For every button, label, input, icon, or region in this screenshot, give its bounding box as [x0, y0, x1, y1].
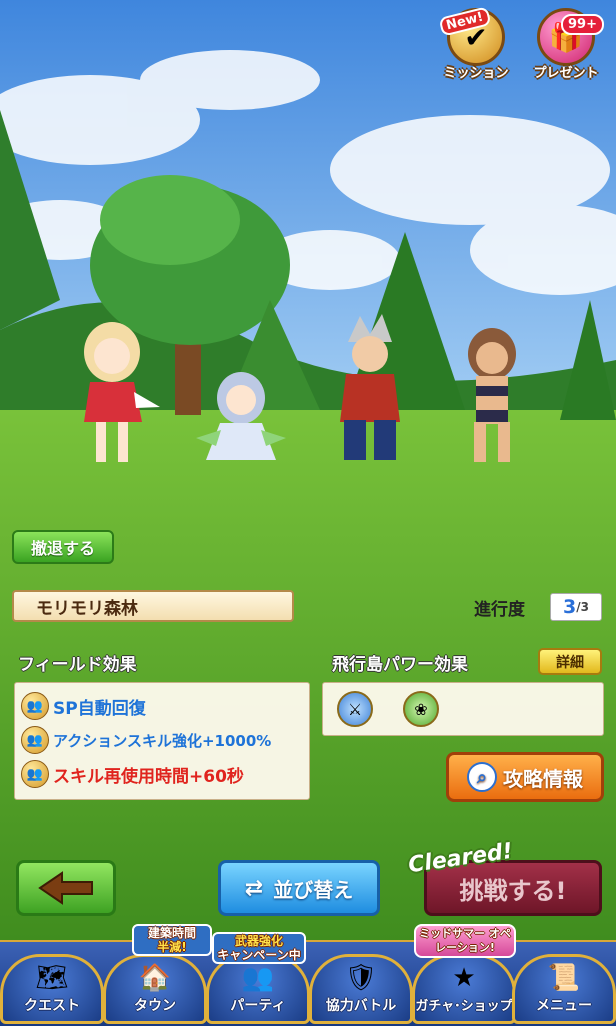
character-1 [70, 312, 160, 472]
strategy-info-button[interactable]: ⌕ 攻略情報 [446, 752, 604, 802]
retreat-button[interactable]: 撤退する [12, 530, 114, 564]
progress-label: 進行度 [474, 600, 525, 620]
party-icon: 👥 [241, 963, 275, 993]
mission-label: ミッション [443, 66, 509, 81]
magnifier-icon: ⌕ [467, 762, 497, 792]
area-name-banner: モリモリ森林 [12, 590, 294, 622]
nav-quest[interactable]: 🗺 クエスト [0, 954, 104, 1024]
back-button[interactable] [16, 860, 116, 916]
gacha-shop-icon: ★ [452, 963, 476, 993]
field-effect-row: 👥 スキル再使用時間+60秒 [15, 757, 309, 791]
area-name: モリモリ森林 [36, 598, 138, 619]
sort-button[interactable]: ⇄ 並び替え [218, 860, 380, 916]
party-campaign-badge: 武器強化 キャンペーン中 [212, 932, 306, 964]
back-arrow-icon [38, 871, 93, 905]
nav-label: 協力バトル [325, 998, 397, 1014]
progress-indicator: 3 /3 [550, 593, 602, 621]
nav-party[interactable]: 👥 パーティ [206, 954, 310, 1024]
field-effects-title: フィールド効果 [18, 655, 137, 675]
party-badge-line2: キャンペーン中 [217, 948, 301, 962]
progress-current: 3 [563, 596, 577, 618]
nav-label: タウン [134, 998, 176, 1014]
team-buff-icon: 👥 [21, 726, 49, 754]
present-button[interactable]: 🎁 プレゼント 99+ [530, 8, 604, 92]
town-campaign-badge: 建築時間 半減! [132, 924, 212, 956]
town-icon: 🏠 [138, 963, 172, 993]
field-effect-text: SP自動回復 [53, 698, 146, 719]
team-debuff-icon: 👥 [21, 760, 49, 788]
nav-town[interactable]: 🏠 タウン [103, 954, 207, 1024]
nav-menu[interactable]: 📜 メニュー [512, 954, 616, 1024]
character-4 [454, 324, 534, 469]
nav-label: パーティ [230, 998, 286, 1014]
detail-label: 詳細 [556, 654, 584, 671]
field-effects-panel: 👥 SP自動回復 👥 アクションスキル強化+1000% 👥 スキル再使用時間+6… [14, 682, 310, 800]
nav-gacha-shop[interactable]: ★ ガチャ･ショップ [412, 954, 516, 1024]
field-effect-text: スキル再使用時間+60秒 [53, 766, 244, 787]
town-badge-line1: 建築時間 [147, 926, 196, 940]
character-2 [196, 368, 286, 468]
present-count-badge: 99+ [561, 14, 604, 35]
strategy-label: 攻略情報 [503, 766, 583, 791]
nav-label: メニュー [536, 998, 592, 1014]
detail-button[interactable]: 詳細 [538, 648, 602, 675]
sort-label: 並び替え [273, 877, 354, 902]
party-badge-line1: 武器強化 [234, 934, 283, 948]
quest-map-icon: 🗺 [35, 963, 69, 993]
challenge-label: 挑戦する! [459, 876, 567, 905]
nav-label: クエスト [24, 998, 80, 1014]
gacha-campaign-badge: ミッドサマー オペレーション! [414, 924, 516, 958]
field-effect-row: 👥 SP自動回復 [15, 689, 309, 723]
town-badge-line2: 半減! [157, 940, 187, 954]
nature-element-icon[interactable]: ❀ [403, 691, 439, 727]
field-effect-row: 👥 アクションスキル強化+1000% [15, 723, 309, 757]
menu-scroll-icon: 📜 [547, 963, 581, 993]
coop-battle-icon: 🛡 [344, 963, 378, 993]
island-power-panel: ⚔ ❀ [322, 682, 604, 736]
present-label: プレゼント [533, 66, 599, 81]
nav-label: ガチャ･ショップ [415, 999, 513, 1014]
party-swap-icon: ⇄ [244, 875, 264, 901]
attack-boost-icon[interactable]: ⚔ [337, 691, 373, 727]
mission-button[interactable]: ✔ ミッション New! [438, 6, 512, 92]
field-effect-text: アクションスキル強化+1000% [53, 731, 272, 750]
team-buff-icon: 👥 [21, 692, 49, 720]
island-power-title: 飛行島パワー効果 [332, 655, 468, 675]
retreat-label: 撤退する [30, 539, 95, 558]
nav-coop-battle[interactable]: 🛡 協力バトル [309, 954, 413, 1024]
progress-total: /3 [576, 600, 589, 614]
character-3 [330, 312, 410, 467]
